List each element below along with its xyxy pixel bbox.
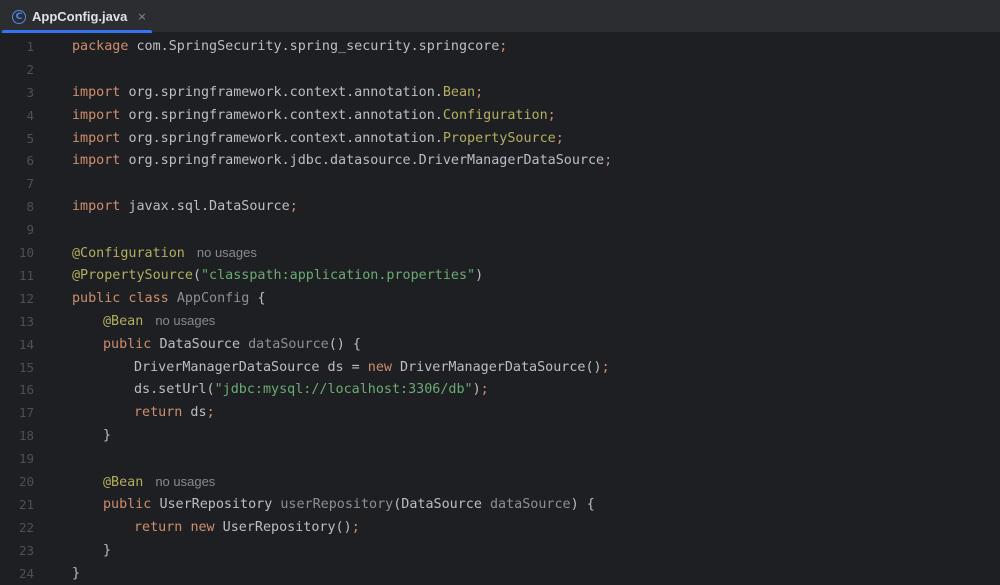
line-number: 15	[18, 359, 34, 375]
line-number: 13	[18, 313, 34, 329]
java-class-icon: C	[12, 9, 26, 24]
line-number: 23	[18, 542, 34, 558]
line-number: 6	[26, 153, 34, 169]
usages-hint[interactable]: no usages	[155, 313, 215, 328]
code-line: 19	[0, 447, 1000, 470]
editor-tab-bar: C AppConfig.java ×	[0, 0, 1000, 33]
code-line: 17 return ds;	[0, 401, 1000, 424]
code-line: 21 public UserRepository userRepository(…	[0, 493, 1000, 516]
line-number: 1	[26, 38, 34, 54]
code-line: 23 }	[0, 539, 1000, 562]
code-line: 4 import org.springframework.context.ann…	[0, 104, 1000, 127]
code-line: 13 @Bean no usages	[0, 310, 1000, 333]
line-number: 19	[18, 451, 34, 467]
active-tab-indicator	[2, 30, 152, 33]
code-line: 1 package com.SpringSecurity.spring_secu…	[0, 35, 1000, 58]
code-line: 10 @Configuration no usages	[0, 241, 1000, 264]
line-number: 9	[26, 222, 34, 238]
line-number: 12	[18, 290, 34, 306]
code-line: 6 import org.springframework.jdbc.dataso…	[0, 150, 1000, 173]
line-number: 11	[18, 267, 34, 283]
line-number: 14	[18, 336, 34, 352]
tab-title: AppConfig.java	[32, 9, 128, 24]
code-line: 5 import org.springframework.context.ann…	[0, 127, 1000, 150]
usages-hint[interactable]: no usages	[155, 474, 215, 489]
line-number: 20	[18, 474, 34, 490]
code-line: 16 ds.setUrl("jdbc:mysql://localhost:330…	[0, 379, 1000, 402]
code-line: 2	[0, 58, 1000, 81]
line-number: 22	[18, 519, 34, 535]
line-number: 4	[26, 107, 34, 123]
code-line: 18 }	[0, 424, 1000, 447]
code-line: 20 @Bean no usages	[0, 470, 1000, 493]
line-number: 7	[26, 176, 34, 192]
line-number: 16	[18, 382, 34, 398]
line-number: 5	[26, 130, 34, 146]
code-line: 8 import javax.sql.DataSource;	[0, 195, 1000, 218]
code-editor[interactable]: 1 package com.SpringSecurity.spring_secu…	[0, 34, 1000, 585]
close-icon[interactable]: ×	[137, 10, 146, 23]
line-number: 8	[26, 199, 34, 215]
code-line: 15 DriverManagerDataSource ds = new Driv…	[0, 356, 1000, 379]
line-number: 21	[18, 496, 34, 512]
line-number: 2	[26, 61, 34, 77]
code-line: 3 import org.springframework.context.ann…	[0, 81, 1000, 104]
line-number: 17	[18, 405, 34, 421]
code-line: 24 }	[0, 562, 1000, 585]
code-line: 9	[0, 218, 1000, 241]
code-line: 12 public class AppConfig {	[0, 287, 1000, 310]
code-line: 14 public DataSource dataSource() {	[0, 333, 1000, 356]
line-number: 18	[18, 428, 34, 444]
line-number: 24	[18, 565, 34, 581]
code-line: 11 @PropertySource("classpath:applicatio…	[0, 264, 1000, 287]
line-number: 3	[26, 84, 34, 100]
line-number: 10	[18, 245, 34, 261]
usages-hint[interactable]: no usages	[197, 245, 257, 260]
tab-appconfig-java[interactable]: C AppConfig.java ×	[0, 0, 153, 33]
code-line: 7	[0, 172, 1000, 195]
code-line: 22 return new UserRepository();	[0, 516, 1000, 539]
